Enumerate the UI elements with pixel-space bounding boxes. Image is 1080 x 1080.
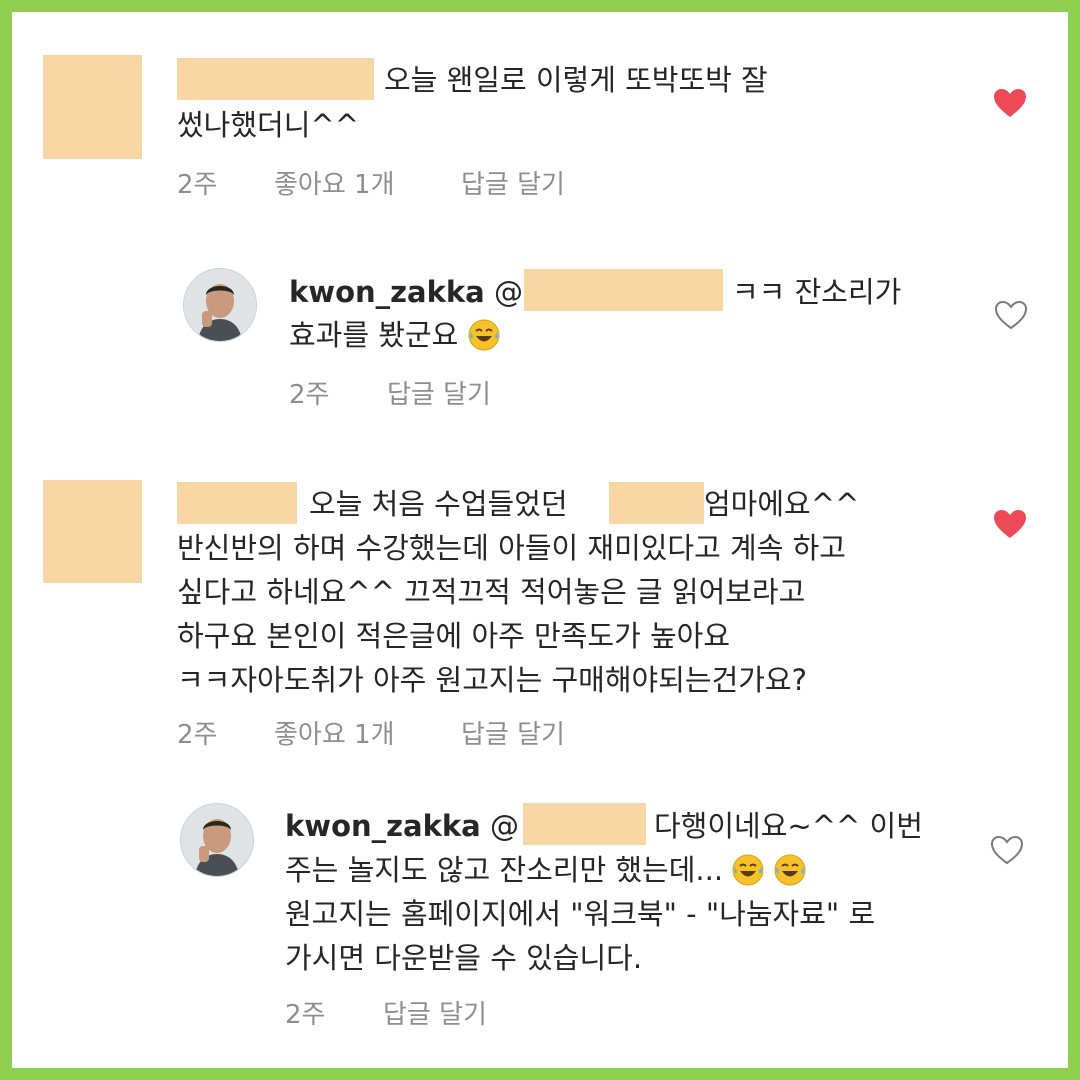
comment-text: ㅋㅋ자아도취가 아주 원고지는 구매해야되는건가요? — [177, 658, 807, 703]
comment-line: ㅋㅋ자아도취가 아주 원고지는 구매해야되는건가요? — [177, 663, 808, 697]
comment-line: 엄마에요^^ — [704, 487, 860, 521]
reply-text: kwon_zakka @ — [289, 270, 523, 315]
likes-count[interactable]: 좋아요 1개 — [274, 714, 395, 751]
redacted-mention — [524, 269, 723, 311]
reply-button[interactable]: 답글 달기 — [461, 714, 565, 751]
reply-text: 원고지는 홈페이지에서 "워크북" - "나눔자료" 로 — [285, 892, 875, 937]
comment-line: 싶다고 하네요^^ 끄적끄적 적어놓은 글 읽어보라고 — [177, 575, 806, 609]
comment-text: 썼나했더니^^ — [177, 103, 359, 148]
heart-outline-icon[interactable] — [990, 835, 1024, 865]
reply-text: kwon_zakka @ — [285, 804, 519, 849]
comment-text: 엄마에요^^ — [704, 482, 859, 527]
comment-line: 하구요 본인이 적은글에 아주 만족도가 높아요 — [177, 619, 731, 653]
laughing-tears-emoji-icon — [468, 319, 500, 351]
timestamp: 2주 — [289, 380, 330, 410]
laughing-tears-emoji-icon — [732, 854, 764, 886]
avatar[interactable] — [180, 803, 254, 877]
avatar[interactable] — [183, 268, 257, 342]
comment-text: 오늘 왠일로 이렇게 또박또박 잘 — [384, 58, 768, 103]
redacted-username — [177, 482, 297, 524]
reply-button[interactable]: 답글 달기 — [387, 374, 491, 411]
comment-text: 반신반의 하며 수강했는데 아들이 재미있다고 계속 하고 — [177, 526, 846, 571]
comment-line: 썼나했더니^^ — [177, 108, 359, 142]
reply-line: 주는 놀지도 않고 잔소리만 했는데... — [285, 853, 724, 887]
mention-prefix[interactable]: @ — [490, 809, 519, 843]
redacted-avatar — [43, 55, 142, 159]
reply-text: 가시면 다운받을 수 있습니다. — [285, 936, 642, 981]
laughing-tears-emoji-icon — [774, 854, 805, 886]
comment-line: 반신반의 하며 수강했는데 아들이 재미있다고 계속 하고 — [177, 531, 846, 565]
reply-text: 효과를 봤군요 — [289, 313, 500, 358]
redacted-mention — [523, 803, 646, 845]
comment-text: 싶다고 하네요^^ 끄적끄적 적어놓은 글 읽어보라고 — [177, 570, 805, 615]
reply-line: 효과를 봤군요 — [289, 318, 459, 352]
reply-text: ㅋㅋ 잔소리가 — [732, 270, 901, 315]
reply-username[interactable]: kwon_zakka — [289, 275, 485, 309]
reply-button[interactable]: 답글 달기 — [461, 164, 565, 201]
heart-filled-icon[interactable] — [993, 88, 1027, 118]
mention-prefix[interactable]: @ — [494, 275, 523, 309]
reply-text: 다행이네요~^^ 이번 — [654, 804, 923, 849]
reply-button[interactable]: 답글 달기 — [383, 994, 487, 1031]
reply-line: 원고지는 홈페이지에서 "워크북" - "나눔자료" 로 — [285, 897, 876, 931]
person-photo-icon — [184, 269, 256, 341]
heart-filled-icon[interactable] — [993, 509, 1027, 539]
timestamp: 2주 — [177, 170, 218, 200]
reply-line: 가시면 다운받을 수 있습니다. — [285, 941, 643, 975]
comment-text: 하구요 본인이 적은글에 아주 만족도가 높아요 — [177, 614, 730, 659]
reply-username[interactable]: kwon_zakka — [285, 809, 481, 843]
heart-outline-icon[interactable] — [994, 300, 1028, 330]
redacted-username — [177, 58, 374, 100]
comment-text: 오늘 처음 수업들었던 — [309, 482, 568, 527]
timestamp: 2주 — [177, 720, 218, 750]
reply-line: ㅋㅋ 잔소리가 — [732, 275, 902, 309]
reply-text: 주는 놀지도 않고 잔소리만 했는데... — [285, 848, 806, 893]
comment-thread: 오늘 왠일로 이렇게 또박또박 잘 썼나했더니^^ 2주 좋아요 1개 답글 달… — [12, 12, 1068, 1068]
redacted-name — [609, 482, 704, 524]
timestamp: 2주 — [285, 1000, 326, 1030]
comment-line: 오늘 왠일로 이렇게 또박또박 잘 — [384, 63, 768, 97]
comment-line: 오늘 처음 수업들었던 — [309, 487, 568, 521]
redacted-avatar — [43, 480, 142, 583]
reply-line: 다행이네요~^^ 이번 — [654, 809, 923, 843]
likes-count[interactable]: 좋아요 1개 — [274, 164, 395, 201]
person-photo-icon — [181, 804, 253, 876]
